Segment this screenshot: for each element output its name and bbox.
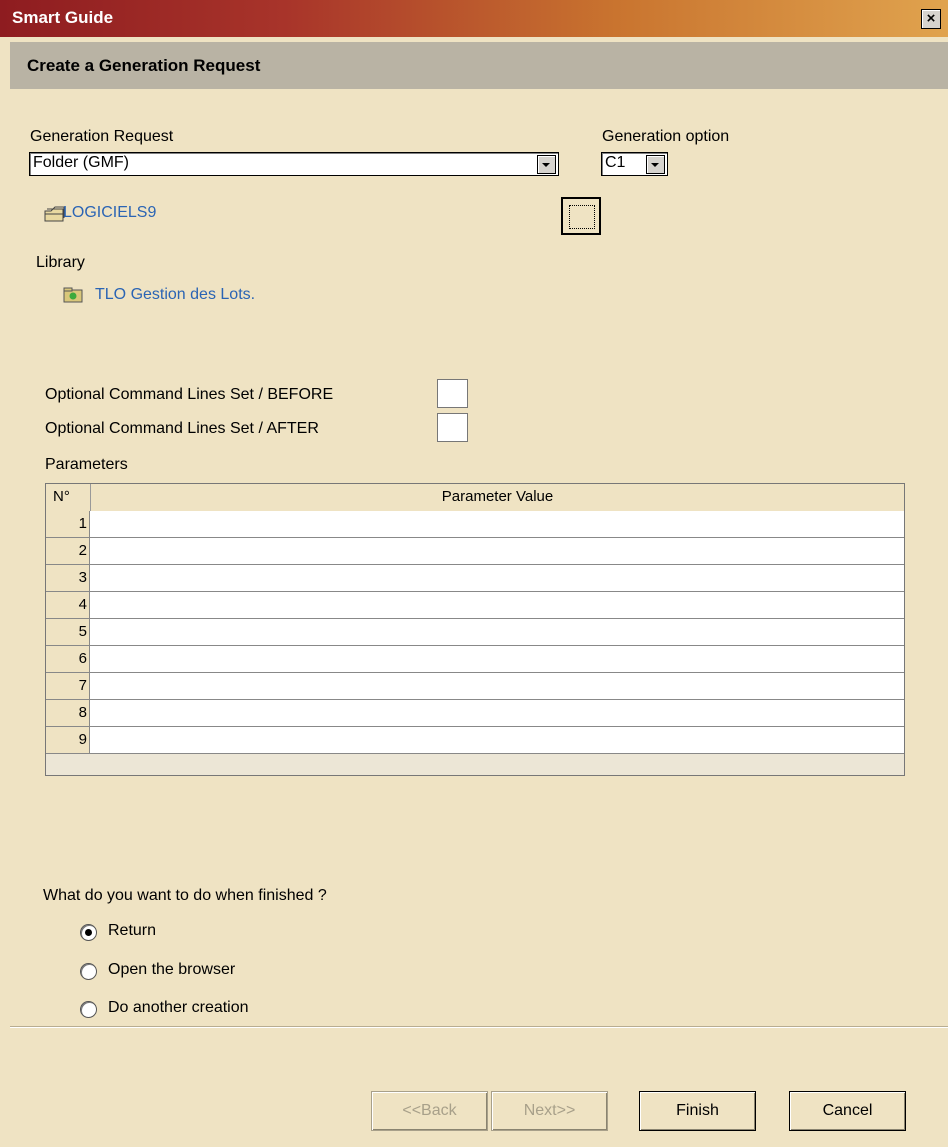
- parameter-value-cell[interactable]: [91, 646, 904, 672]
- parameter-value-cell[interactable]: [91, 700, 904, 726]
- row-number: 5: [46, 619, 90, 645]
- row-number: 9: [46, 727, 90, 753]
- row-number: 3: [46, 565, 90, 591]
- parameter-value-cell[interactable]: [91, 673, 904, 699]
- close-button[interactable]: ×: [921, 9, 941, 29]
- parameters-table-header: N° Parameter Value: [46, 484, 904, 512]
- generation-request-value: Folder (GMF): [33, 154, 129, 171]
- radio-button[interactable]: [80, 1001, 97, 1018]
- generation-request-select[interactable]: Folder (GMF): [29, 152, 559, 176]
- back-button[interactable]: <<Back: [371, 1091, 488, 1131]
- parameters-table-body: 123456789: [46, 511, 904, 754]
- page-title: Create a Generation Request: [27, 56, 261, 75]
- radio-label[interactable]: Return: [108, 922, 156, 940]
- parameter-value-cell[interactable]: [91, 511, 904, 537]
- finish-button[interactable]: Finish: [639, 1091, 756, 1131]
- finish-question: What do you want to do when finished ?: [43, 887, 327, 904]
- cancel-button[interactable]: Cancel: [789, 1091, 906, 1131]
- radio-label[interactable]: Do another creation: [108, 999, 249, 1017]
- library-label: Library: [36, 254, 85, 271]
- generation-option-value: C1: [605, 154, 626, 171]
- table-row[interactable]: 2: [46, 538, 904, 565]
- table-row[interactable]: 5: [46, 619, 904, 646]
- browse-icon: [569, 205, 595, 229]
- column-header-number[interactable]: N°: [53, 488, 70, 505]
- folder-stack-icon: [44, 206, 65, 222]
- table-row[interactable]: 9: [46, 727, 904, 754]
- next-button[interactable]: Next>>: [491, 1091, 608, 1131]
- page-header: Create a Generation Request: [10, 42, 948, 89]
- row-number: 2: [46, 538, 90, 564]
- generation-option-label: Generation option: [602, 128, 730, 145]
- cmd-after-label: Optional Command Lines Set / AFTER: [45, 420, 319, 437]
- dropdown-arrow-icon[interactable]: [646, 155, 665, 174]
- cmd-after-field[interactable]: [437, 413, 468, 442]
- table-row[interactable]: 8: [46, 700, 904, 727]
- table-row[interactable]: 6: [46, 646, 904, 673]
- window-title: Smart Guide: [12, 8, 114, 27]
- parameter-value-cell[interactable]: [91, 592, 904, 618]
- generation-request-label: Generation Request: [30, 128, 174, 145]
- parameter-value-cell[interactable]: [91, 727, 904, 753]
- library-link[interactable]: TLO Gestion des Lots.: [95, 286, 255, 304]
- radio-label[interactable]: Open the browser: [108, 961, 235, 979]
- dropdown-arrow-icon[interactable]: [537, 155, 556, 174]
- row-number: 7: [46, 673, 90, 699]
- row-number: 1: [46, 511, 90, 537]
- parameter-value-cell[interactable]: [91, 619, 904, 645]
- parameter-value-cell[interactable]: [91, 538, 904, 564]
- divider: [10, 1026, 948, 1028]
- parameters-label: Parameters: [45, 456, 128, 473]
- generation-option-select[interactable]: C1: [601, 152, 668, 176]
- row-number: 8: [46, 700, 90, 726]
- title-bar: Smart Guide ×: [0, 0, 948, 37]
- library-folder-icon: [63, 287, 83, 303]
- table-row[interactable]: 3: [46, 565, 904, 592]
- table-row[interactable]: 1: [46, 511, 904, 538]
- table-row[interactable]: 7: [46, 673, 904, 700]
- parameter-value-cell[interactable]: [91, 565, 904, 591]
- folder-link[interactable]: LOGICIELS9: [63, 204, 156, 222]
- column-header-parameter-value[interactable]: Parameter Value: [91, 488, 904, 505]
- browse-button[interactable]: [561, 197, 601, 235]
- cmd-before-label: Optional Command Lines Set / BEFORE: [45, 386, 334, 403]
- cmd-before-field[interactable]: [437, 379, 468, 408]
- radio-button[interactable]: [80, 963, 97, 980]
- row-number: 6: [46, 646, 90, 672]
- table-row[interactable]: 4: [46, 592, 904, 619]
- close-icon: ×: [926, 10, 936, 27]
- radio-button[interactable]: [80, 924, 97, 941]
- parameters-table: N° Parameter Value 123456789: [45, 483, 905, 776]
- row-number: 4: [46, 592, 90, 618]
